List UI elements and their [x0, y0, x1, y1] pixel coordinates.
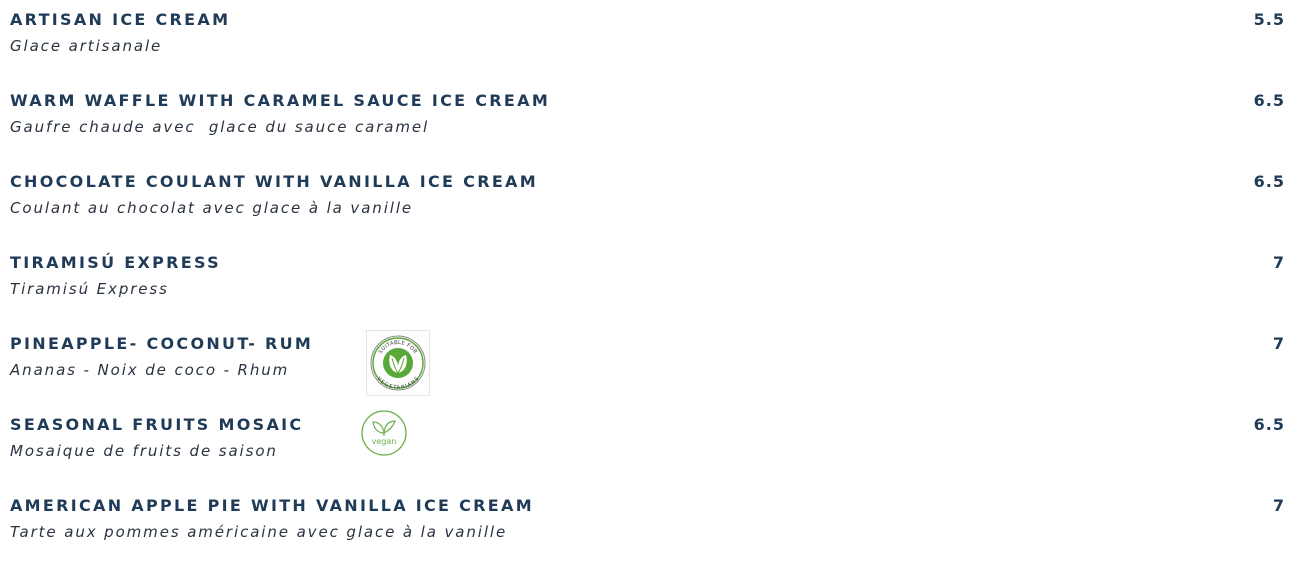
- menu-item-chocolate-coulant: CHOCOLATE COULANT WITH VANILLA ICE CREAM…: [10, 170, 1285, 251]
- item-name: ARTISAN ICE CREAM: [10, 10, 231, 29]
- item-description: Mosaique de fruits de saison: [10, 442, 278, 460]
- menu-item-tiramisu-express: TIRAMISÚ EXPRESS 7 Tiramisú Express: [10, 251, 1285, 332]
- item-name: TIRAMISÚ EXPRESS: [10, 253, 221, 272]
- item-name: AMERICAN APPLE PIE WITH VANILLA ICE CREA…: [10, 496, 534, 515]
- item-name: SEASONAL FRUITS MOSAIC: [10, 415, 304, 434]
- dessert-menu: ARTISAN ICE CREAM 5.5 Glace artisanale W…: [10, 8, 1285, 575]
- menu-item-american-apple-pie: AMERICAN APPLE PIE WITH VANILLA ICE CREA…: [10, 494, 1285, 575]
- item-price: 6.5: [1253, 172, 1285, 191]
- item-name: WARM WAFFLE WITH CARAMEL SAUCE ICE CREAM: [10, 91, 551, 110]
- vegan-label: vegan: [372, 437, 397, 446]
- item-price: 5.5: [1253, 10, 1285, 29]
- vegan-icon: vegan: [360, 409, 408, 457]
- menu-item-seasonal-fruits-mosaic: SEASONAL FRUITS MOSAIC 6.5 Mosaique de f…: [10, 410, 1285, 494]
- item-description: Tarte aux pommes américaine avec glace à…: [10, 523, 508, 541]
- item-description: Glace artisanale: [10, 37, 163, 55]
- item-description: Coulant au chocolat avec glace à la vani…: [10, 199, 414, 217]
- item-description: Tiramisú Express: [10, 280, 169, 298]
- item-price: 7: [1272, 334, 1285, 353]
- item-price: 6.5: [1253, 415, 1285, 434]
- menu-item-warm-waffle: WARM WAFFLE WITH CARAMEL SAUCE ICE CREAM…: [10, 89, 1285, 170]
- item-name: PINEAPPLE- COCONUT- RUM: [10, 334, 314, 353]
- item-price: 7: [1272, 253, 1285, 272]
- item-description: Ananas - Noix de coco - Rhum: [10, 361, 290, 379]
- item-description: Gaufre chaude avec glace du sauce carame…: [10, 118, 430, 136]
- suitable-for-vegetarians-icon: SUITABLE FOR VEGETARIANS: [366, 330, 430, 396]
- menu-item-pineapple-coconut-rum: PINEAPPLE- COCONUT- RUM 7 Ananas - Noix …: [10, 330, 1285, 413]
- menu-item-artisan-ice-cream: ARTISAN ICE CREAM 5.5 Glace artisanale: [10, 8, 1285, 89]
- item-name: CHOCOLATE COULANT WITH VANILLA ICE CREAM: [10, 172, 538, 191]
- item-price: 6.5: [1253, 91, 1285, 110]
- item-price: 7: [1272, 496, 1285, 515]
